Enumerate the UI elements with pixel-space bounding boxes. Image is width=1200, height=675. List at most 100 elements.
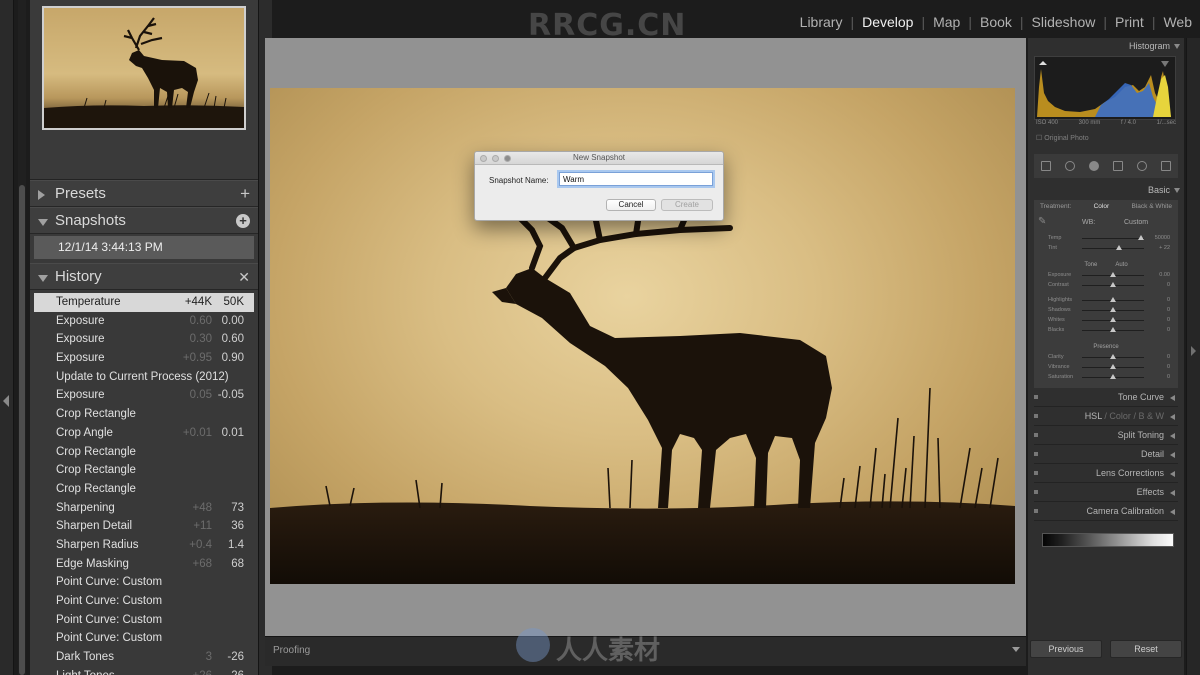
history-item[interactable]: Temperature +44K 50K — [34, 293, 254, 312]
slider-knob[interactable] — [1110, 307, 1116, 312]
history-item[interactable]: Exposure 0.05 -0.05 — [34, 386, 254, 405]
history-header[interactable]: History ✕ — [30, 263, 258, 290]
panel-switch-icon[interactable] — [1034, 490, 1038, 494]
create-button[interactable]: Create — [661, 199, 713, 211]
history-item[interactable]: Sharpen Detail +11 36 — [34, 517, 254, 536]
history-item[interactable]: Update to Current Process (2012) — [34, 368, 254, 387]
snapshot-item[interactable]: 12/1/14 3:44:13 PM — [34, 236, 254, 259]
slider-knob[interactable] — [1110, 374, 1116, 379]
module-slideshow[interactable]: Slideshow — [1024, 14, 1104, 30]
history-item[interactable]: Point Curve: Custom — [34, 629, 254, 648]
original-photo-checkbox[interactable]: ☐ Original Photo — [1036, 134, 1184, 148]
slider-knob[interactable] — [1110, 282, 1116, 287]
slider-whites[interactable]: Whites 0 — [1034, 316, 1178, 326]
history-item[interactable]: Dark Tones 3 -26 — [34, 648, 254, 667]
slider-value[interactable]: 0 — [1167, 282, 1170, 288]
histogram-header[interactable]: Histogram — [1028, 38, 1184, 54]
wb-value[interactable]: Custom — [1124, 219, 1148, 226]
slider-value[interactable]: 0 — [1167, 354, 1170, 360]
left-panel-toggle[interactable] — [0, 0, 14, 675]
history-item[interactable]: Point Curve: Custom — [34, 592, 254, 611]
panel-switch-icon[interactable] — [1034, 509, 1038, 513]
slider-highlights[interactable]: Highlights 0 — [1034, 296, 1178, 306]
cancel-button[interactable]: Cancel — [606, 199, 656, 211]
previous-button[interactable]: Previous — [1030, 640, 1102, 658]
history-item[interactable]: Crop Angle +0.01 0.01 — [34, 424, 254, 443]
treatment-bw-button[interactable]: Black & White — [1132, 200, 1172, 214]
hsl-title[interactable]: HSL — [1085, 411, 1102, 421]
tint-value[interactable]: + 22 — [1159, 245, 1170, 251]
history-item[interactable]: Crop Rectangle — [34, 443, 254, 462]
presets-header[interactable]: Presets + — [30, 180, 258, 207]
tone-curve-header[interactable]: Tone Curve — [1034, 388, 1178, 407]
reset-button[interactable]: Reset — [1110, 640, 1182, 658]
history-item[interactable]: Exposure 0.30 0.60 — [34, 330, 254, 349]
image-canvas[interactable] — [265, 38, 1026, 636]
history-item[interactable]: Point Curve: Custom — [34, 573, 254, 592]
module-map[interactable]: Map — [925, 14, 968, 30]
slider-exposure[interactable]: Exposure 0.00 — [1034, 271, 1178, 281]
slider-blacks[interactable]: Blacks 0 — [1034, 326, 1178, 336]
toolbar-menu-chevron-icon[interactable] — [1012, 647, 1020, 652]
history-item[interactable]: Sharpen Radius +0.4 1.4 — [34, 536, 254, 555]
module-web[interactable]: Web — [1155, 14, 1200, 30]
radial-filter-icon[interactable] — [1137, 161, 1147, 171]
panel-switch-icon[interactable] — [1034, 433, 1038, 437]
eyedropper-icon[interactable]: ✎ — [1038, 216, 1046, 227]
slider-knob[interactable] — [1110, 272, 1116, 277]
tone-auto-button[interactable]: Auto — [1115, 262, 1127, 268]
history-item[interactable]: Sharpening +48 73 — [34, 499, 254, 518]
panel-switch-icon[interactable] — [1034, 395, 1038, 399]
hsl-color-tab[interactable]: Color — [1109, 411, 1131, 421]
history-item[interactable]: Exposure 0.60 0.00 — [34, 312, 254, 331]
graduated-filter-icon[interactable] — [1113, 161, 1123, 171]
history-item[interactable]: Point Curve: Custom — [34, 611, 254, 630]
hsl-header[interactable]: HSL / Color / B & W — [1034, 407, 1178, 426]
history-item[interactable]: Edge Masking +68 68 — [34, 555, 254, 574]
snapshot-name-input[interactable] — [559, 172, 713, 186]
module-library[interactable]: Library — [792, 14, 851, 30]
slider-vibrance[interactable]: Vibrance 0 — [1034, 363, 1178, 373]
slider-saturation[interactable]: Saturation 0 — [1034, 373, 1178, 383]
clear-history-icon[interactable]: ✕ — [238, 264, 250, 290]
navigator-preview[interactable] — [42, 6, 246, 130]
slider-value[interactable]: 0.00 — [1159, 272, 1170, 278]
slider-value[interactable]: 0 — [1167, 307, 1170, 313]
left-scrollbar-thumb[interactable] — [19, 185, 25, 675]
slider-value[interactable]: 0 — [1167, 317, 1170, 323]
module-book[interactable]: Book — [972, 14, 1020, 30]
snapshots-header[interactable]: Snapshots + — [30, 207, 258, 234]
slider-value[interactable]: 0 — [1167, 364, 1170, 370]
panel-switch-icon[interactable] — [1034, 414, 1038, 418]
tint-slider[interactable]: Tint + 22 — [1034, 244, 1178, 254]
slider-contrast[interactable]: Contrast 0 — [1034, 281, 1178, 291]
slider-knob[interactable] — [1110, 317, 1116, 322]
slider-clarity[interactable]: Clarity 0 — [1034, 353, 1178, 363]
history-item[interactable]: Exposure +0.95 0.90 — [34, 349, 254, 368]
detail-header[interactable]: Detail — [1034, 445, 1178, 464]
histogram[interactable] — [1034, 56, 1176, 120]
slider-shadows[interactable]: Shadows 0 — [1034, 306, 1178, 316]
camera-calibration-header[interactable]: Camera Calibration — [1034, 502, 1178, 521]
slider-value[interactable]: 0 — [1167, 297, 1170, 303]
add-preset-icon[interactable]: + — [240, 181, 250, 207]
module-print[interactable]: Print — [1107, 14, 1152, 30]
treatment-color-button[interactable]: Color — [1094, 200, 1110, 214]
effects-header[interactable]: Effects — [1034, 483, 1178, 502]
module-develop[interactable]: Develop — [854, 14, 921, 30]
panel-switch-icon[interactable] — [1034, 452, 1038, 456]
split-toning-header[interactable]: Split Toning — [1034, 426, 1178, 445]
history-item[interactable]: Crop Rectangle — [34, 461, 254, 480]
basic-header[interactable]: Basic — [1028, 182, 1184, 198]
tint-knob[interactable] — [1116, 245, 1122, 250]
history-item[interactable]: Light Tones +26 26 — [34, 667, 254, 675]
soft-proofing-label[interactable]: Proofing — [273, 645, 310, 656]
hsl-bw-tab[interactable]: B & W — [1138, 411, 1164, 421]
panel-switch-icon[interactable] — [1034, 471, 1038, 475]
adjustment-brush-icon[interactable] — [1161, 161, 1171, 171]
slider-knob[interactable] — [1110, 364, 1116, 369]
spot-removal-tool-icon[interactable] — [1065, 161, 1075, 171]
left-scrollbar[interactable] — [18, 0, 26, 675]
tint-track[interactable] — [1082, 248, 1144, 249]
history-item[interactable]: Crop Rectangle — [34, 480, 254, 499]
